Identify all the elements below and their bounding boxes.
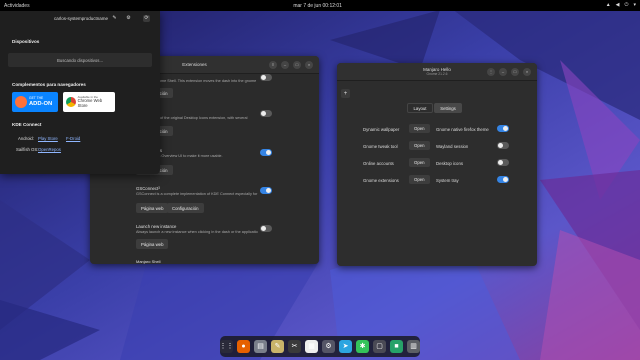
desktop-icons-label: Desktop icons bbox=[436, 161, 463, 166]
devices-heading: Dispositivos bbox=[12, 39, 40, 44]
app-grid-icon[interactable]: ⋮⋮ bbox=[220, 340, 234, 353]
gnome-extensions-open-button[interactable]: Open bbox=[409, 175, 430, 184]
website-button[interactable]: Página web bbox=[136, 203, 169, 213]
libreoffice-icon[interactable]: ▦ bbox=[305, 340, 318, 353]
online-accounts-open-button[interactable]: Open bbox=[409, 158, 430, 167]
refresh-icon[interactable]: ⟳ bbox=[143, 15, 150, 22]
extensions-title: Extensiones bbox=[182, 62, 207, 67]
extension-row-manjaro: Manjaro Shell bbox=[136, 258, 319, 264]
website-button[interactable]: Página web bbox=[136, 239, 169, 249]
configuration-button[interactable]: Configuración bbox=[167, 203, 204, 213]
android-label: Android: bbox=[18, 136, 35, 141]
extension-row-ding: NG (DING) desktop. Fork of the original … bbox=[136, 108, 319, 146]
firefox-addon-button[interactable]: GET THE ADD-ON bbox=[12, 92, 58, 112]
wayland-session-toggle[interactable] bbox=[497, 142, 509, 149]
chrome-store-button[interactable]: Available in the Chrome Web Store bbox=[63, 92, 115, 112]
extension-row-launch: Launch new instance Always launch a new … bbox=[136, 222, 319, 254]
back-button[interactable]: + bbox=[341, 89, 350, 98]
firefox-theme-toggle[interactable] bbox=[497, 125, 509, 132]
close-icon[interactable]: × bbox=[305, 61, 313, 69]
text-editor-icon[interactable]: ✎ bbox=[271, 340, 284, 353]
system-tray[interactable]: ▲ ◀ ⏻ ▾ bbox=[606, 3, 636, 8]
play-store-link[interactable]: Play Store bbox=[38, 136, 58, 141]
extension-row-gsconnect: GSConnect 3 GSConnect is a complete impl… bbox=[136, 184, 319, 220]
extension-row-dash: ons to the Gnome Shell. This extension m… bbox=[136, 72, 319, 108]
settings-icon[interactable]: ⚙ bbox=[322, 340, 335, 353]
popup-header: carlos-systemproductname ✎ ⚙ ⟳ bbox=[0, 11, 160, 27]
desktop: Actividades mar 7 de jun 00:12:01 ▲ ◀ ⏻ … bbox=[0, 0, 640, 360]
online-accounts-label: Online accounts bbox=[363, 161, 394, 166]
device-name: carlos-systemproductname bbox=[54, 16, 109, 21]
manjaro-hello-window: Manjaro Hello Gnome 21.2.6 ⋮ – □ × + Lay… bbox=[337, 63, 537, 266]
activities-button[interactable]: Actividades bbox=[4, 3, 30, 9]
chrome-icon bbox=[66, 97, 76, 107]
manjaro-hello-icon[interactable]: ■ bbox=[390, 340, 403, 353]
firefox-icon bbox=[15, 96, 27, 108]
hello-subtitle: Gnome 21.2.6 bbox=[426, 72, 448, 76]
chevron-down-icon: ▾ bbox=[633, 2, 636, 8]
tab-layout[interactable]: Layout bbox=[407, 103, 433, 113]
clock[interactable]: mar 7 de jun 00:12:01 bbox=[293, 3, 342, 9]
hello-header: Manjaro Hello Gnome 21.2.6 ⋮ – □ × bbox=[337, 63, 537, 81]
network-icon: ▲ bbox=[605, 2, 611, 8]
extension-toggle[interactable] bbox=[260, 110, 272, 117]
dynamic-wallpaper-open-button[interactable]: Open bbox=[409, 124, 430, 133]
gsconnect-menu: carlos-systemproductname ✎ ⚙ ⟳ Dispositi… bbox=[0, 11, 160, 174]
fdroid-link[interactable]: F-Droid bbox=[66, 136, 80, 141]
extension-desc: Always launch a new instance when clicki… bbox=[136, 230, 258, 234]
tweak-tool-open-button[interactable]: Open bbox=[409, 141, 430, 150]
extension-toggle[interactable] bbox=[260, 225, 272, 232]
chrome-badge-main: Chrome Web Store bbox=[77, 98, 103, 108]
telegram-icon[interactable]: ➤ bbox=[339, 340, 352, 353]
extension-badge: 3 bbox=[158, 186, 161, 190]
browser-addons-heading: Complementos para navegadores bbox=[12, 82, 86, 87]
wayland-session-label: Wayland session bbox=[436, 144, 469, 149]
files-icon[interactable]: ▤ bbox=[254, 340, 267, 353]
gnome-extensions-label: Gnome extensions bbox=[363, 178, 399, 183]
openrepos-link[interactable]: OpenRepos bbox=[38, 147, 61, 152]
sailfish-label: Sailfish OS: bbox=[16, 147, 39, 152]
settings-icon[interactable]: ⚙ bbox=[125, 15, 132, 22]
extension-title: Manjaro Shell bbox=[136, 259, 161, 264]
desktop-icons-toggle[interactable] bbox=[497, 159, 509, 166]
extension-toggle[interactable] bbox=[260, 74, 272, 81]
system-tray-toggle[interactable] bbox=[497, 176, 509, 183]
tab-settings[interactable]: Settings bbox=[434, 103, 462, 113]
power-icon: ⏻ bbox=[624, 2, 629, 8]
minimize-icon[interactable]: – bbox=[499, 68, 507, 76]
top-bar: Actividades mar 7 de jun 00:12:01 ▲ ◀ ⏻ … bbox=[0, 0, 640, 11]
dynamic-wallpaper-label: Dynamic wallpaper bbox=[363, 127, 400, 132]
tools-icon[interactable]: ✂ bbox=[288, 340, 301, 353]
firefox-icon[interactable]: ● bbox=[237, 340, 250, 353]
extensions-icon[interactable]: ✱ bbox=[356, 340, 369, 353]
extension-title: GSConnect bbox=[136, 186, 159, 191]
maximize-icon[interactable]: □ bbox=[293, 61, 301, 69]
firefox-badge-main: ADD-ON bbox=[29, 100, 53, 107]
minimize-icon[interactable]: – bbox=[281, 61, 289, 69]
extension-toggle[interactable] bbox=[260, 187, 272, 194]
extension-title: Launch new instance bbox=[136, 224, 177, 229]
edit-icon[interactable]: ✎ bbox=[111, 15, 118, 22]
volume-icon: ◀ bbox=[615, 2, 620, 8]
searching-devices: Buscando dispositivos... bbox=[8, 53, 152, 67]
tweak-tool-label: Gnome tweak tool bbox=[363, 144, 398, 149]
menu-icon[interactable]: ⋮ bbox=[487, 68, 495, 76]
extension-row-overview: mprovements to GNOME 3's Overview UI to … bbox=[136, 146, 319, 184]
trash-icon[interactable]: ▥ bbox=[407, 340, 420, 353]
extension-toggle[interactable] bbox=[260, 149, 272, 156]
terminal-icon[interactable]: ▢ bbox=[373, 340, 386, 353]
firefox-theme-label: Gnome native firefox theme bbox=[436, 127, 489, 132]
maximize-icon[interactable]: □ bbox=[511, 68, 519, 76]
kde-connect-heading: KDE Connect bbox=[12, 122, 42, 127]
dock: ⋮⋮ ● ▤ ✎ ✂ ▦ ⚙ ➤ ✱ ▢ ■ ▥ bbox=[220, 336, 420, 357]
hello-tabs: Layout Settings bbox=[407, 103, 462, 113]
close-icon[interactable]: × bbox=[523, 68, 531, 76]
menu-icon[interactable]: ≡ bbox=[269, 61, 277, 69]
system-tray-label: System tray bbox=[436, 178, 459, 183]
extension-desc: GSConnect is a complete implementation o… bbox=[136, 192, 258, 196]
